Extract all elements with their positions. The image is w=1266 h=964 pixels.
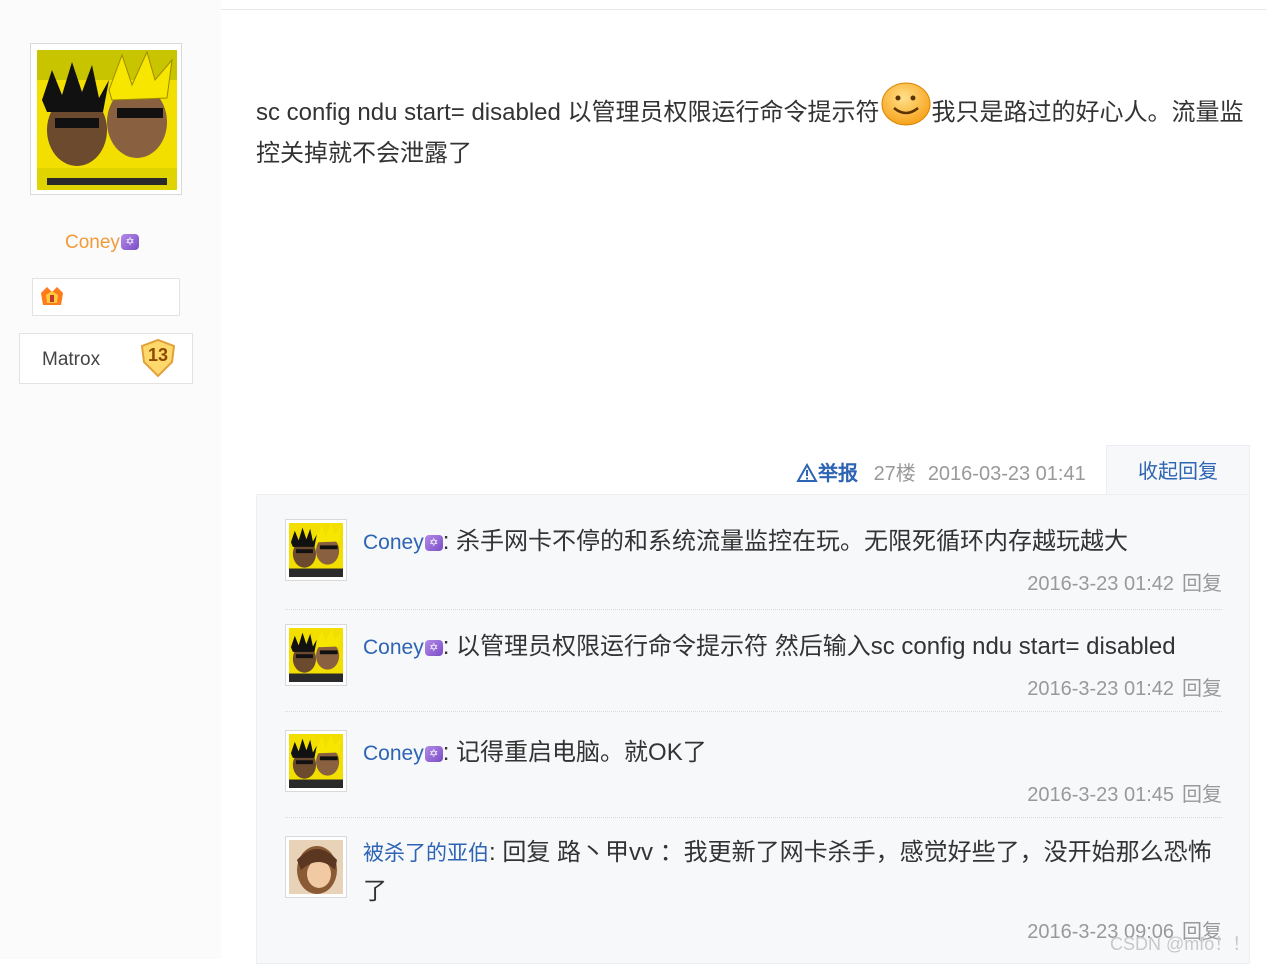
top-divider [221,9,1266,10]
vip-star-icon: ✡ [424,640,443,656]
reply-avatar[interactable] [285,836,347,898]
post-text-first: sc config ndu start= disabled 以管理员权限运行命令… [256,99,880,126]
collapse-replies-button[interactable]: 收起回复 [1106,445,1250,495]
reply-username[interactable]: Coney [363,742,424,765]
floor-number: 27楼 [873,463,916,485]
reply-username[interactable]: Coney [363,531,424,554]
vip-star-icon: ✡ [424,746,443,762]
reply-text: Coney ✡: 以管理员权限运行命令提示符 然后输入sc config ndu … [363,628,1223,667]
reply-separator: : [442,633,450,660]
reply-button[interactable]: 回复 [1182,678,1222,700]
reply-meta: 2016-3-23 01:42 回复 [1027,672,1222,701]
user-level[interactable]: Matrox 13 [19,333,193,384]
user-name-text[interactable]: Coney [65,232,120,253]
medal-icon [41,287,63,305]
reply-text: Coney ✡: 杀手网卡不停的和系统流量监控在玩。无限死循环内存越玩越大 [363,523,1223,562]
vip-star-icon: ✡ [120,234,139,250]
user-sidebar: Coney ✡ Matrox 13 [0,0,221,959]
reply-time: 2016-3-23 01:45 [1027,784,1174,806]
reply-avatar[interactable] [285,730,347,792]
reply-text: Coney ✡: 记得重启电脑。就OK了 [363,734,1223,773]
post-date: 2016-03-23 01:41 [927,463,1086,485]
vip-star-icon: ✡ [424,535,443,551]
reply-avatar[interactable] [285,624,347,686]
reply-divider [285,817,1222,818]
reply-separator: : [489,839,496,866]
medal-box [32,278,180,316]
report-link[interactable]: 举报 [796,462,864,485]
reply-item: Coney ✡: 以管理员权限运行命令提示符 然后输入sc config ndu … [285,624,1222,712]
reply-avatar[interactable] [285,519,347,581]
reply-item: Coney ✡: 记得重启电脑。就OK了 2016-3-23 01:45 回复 [285,730,1222,818]
report-label[interactable]: 举报 [818,463,858,485]
user-avatar[interactable] [30,43,182,195]
reply-content: 以管理员权限运行命令提示符 然后输入sc config ndu start= d… [456,633,1176,660]
reply-divider [285,711,1222,712]
reply-separator: : [442,528,450,555]
level-title: Matrox [42,349,101,370]
reply-time: 2016-3-23 01:42 [1027,573,1174,595]
avatar-image [37,50,177,190]
reply-username[interactable]: Coney [363,636,424,659]
reply-divider [285,609,1222,610]
reply-text: 被杀了的亚伯: 回复 路丶甲vv ：我更新了网卡杀手，感觉好些了，没开始那么恐怖… [363,834,1223,911]
level-badge-icon: 13 [138,338,178,378]
warning-triangle-icon [796,462,818,482]
reply-content: 记得重启电脑。就OK了 [456,739,707,766]
reply-item: Coney ✡: 杀手网卡不停的和系统流量监控在玩。无限死循环内存越玩越大 201… [285,519,1222,610]
post-content: sc config ndu start= disabled 以管理员权限运行命令… [256,78,1246,174]
post-meta: 举报 27楼 2016-03-23 01:41 [796,457,1086,486]
reply-time: 2016-3-23 01:42 [1027,678,1174,700]
reply-button[interactable]: 回复 [1182,784,1222,806]
reply-panel: Coney ✡: 杀手网卡不停的和系统流量监控在玩。无限死循环内存越玩越大 201… [256,494,1250,964]
watermark: CSDN @mfo！！ [1110,934,1251,954]
reply-button[interactable]: 回复 [1182,573,1222,595]
level-number: 13 [147,345,169,365]
reply-meta: 2016-3-23 01:45 回复 [1027,778,1222,807]
reply-meta: 2016-3-23 01:42 回复 [1027,567,1222,596]
reply-username[interactable]: 被杀了的亚伯 [363,842,489,865]
user-name[interactable]: Coney ✡ [65,232,139,254]
reply-content: 杀手网卡不停的和系统流量监控在玩。无限死循环内存越玩越大 [456,528,1129,555]
smiley-emoticon-icon [881,82,931,126]
reply-separator: : [442,739,450,766]
reply-item: 被杀了的亚伯: 回复 路丶甲vv ：我更新了网卡杀手，感觉好些了，没开始那么恐怖… [285,836,1222,956]
